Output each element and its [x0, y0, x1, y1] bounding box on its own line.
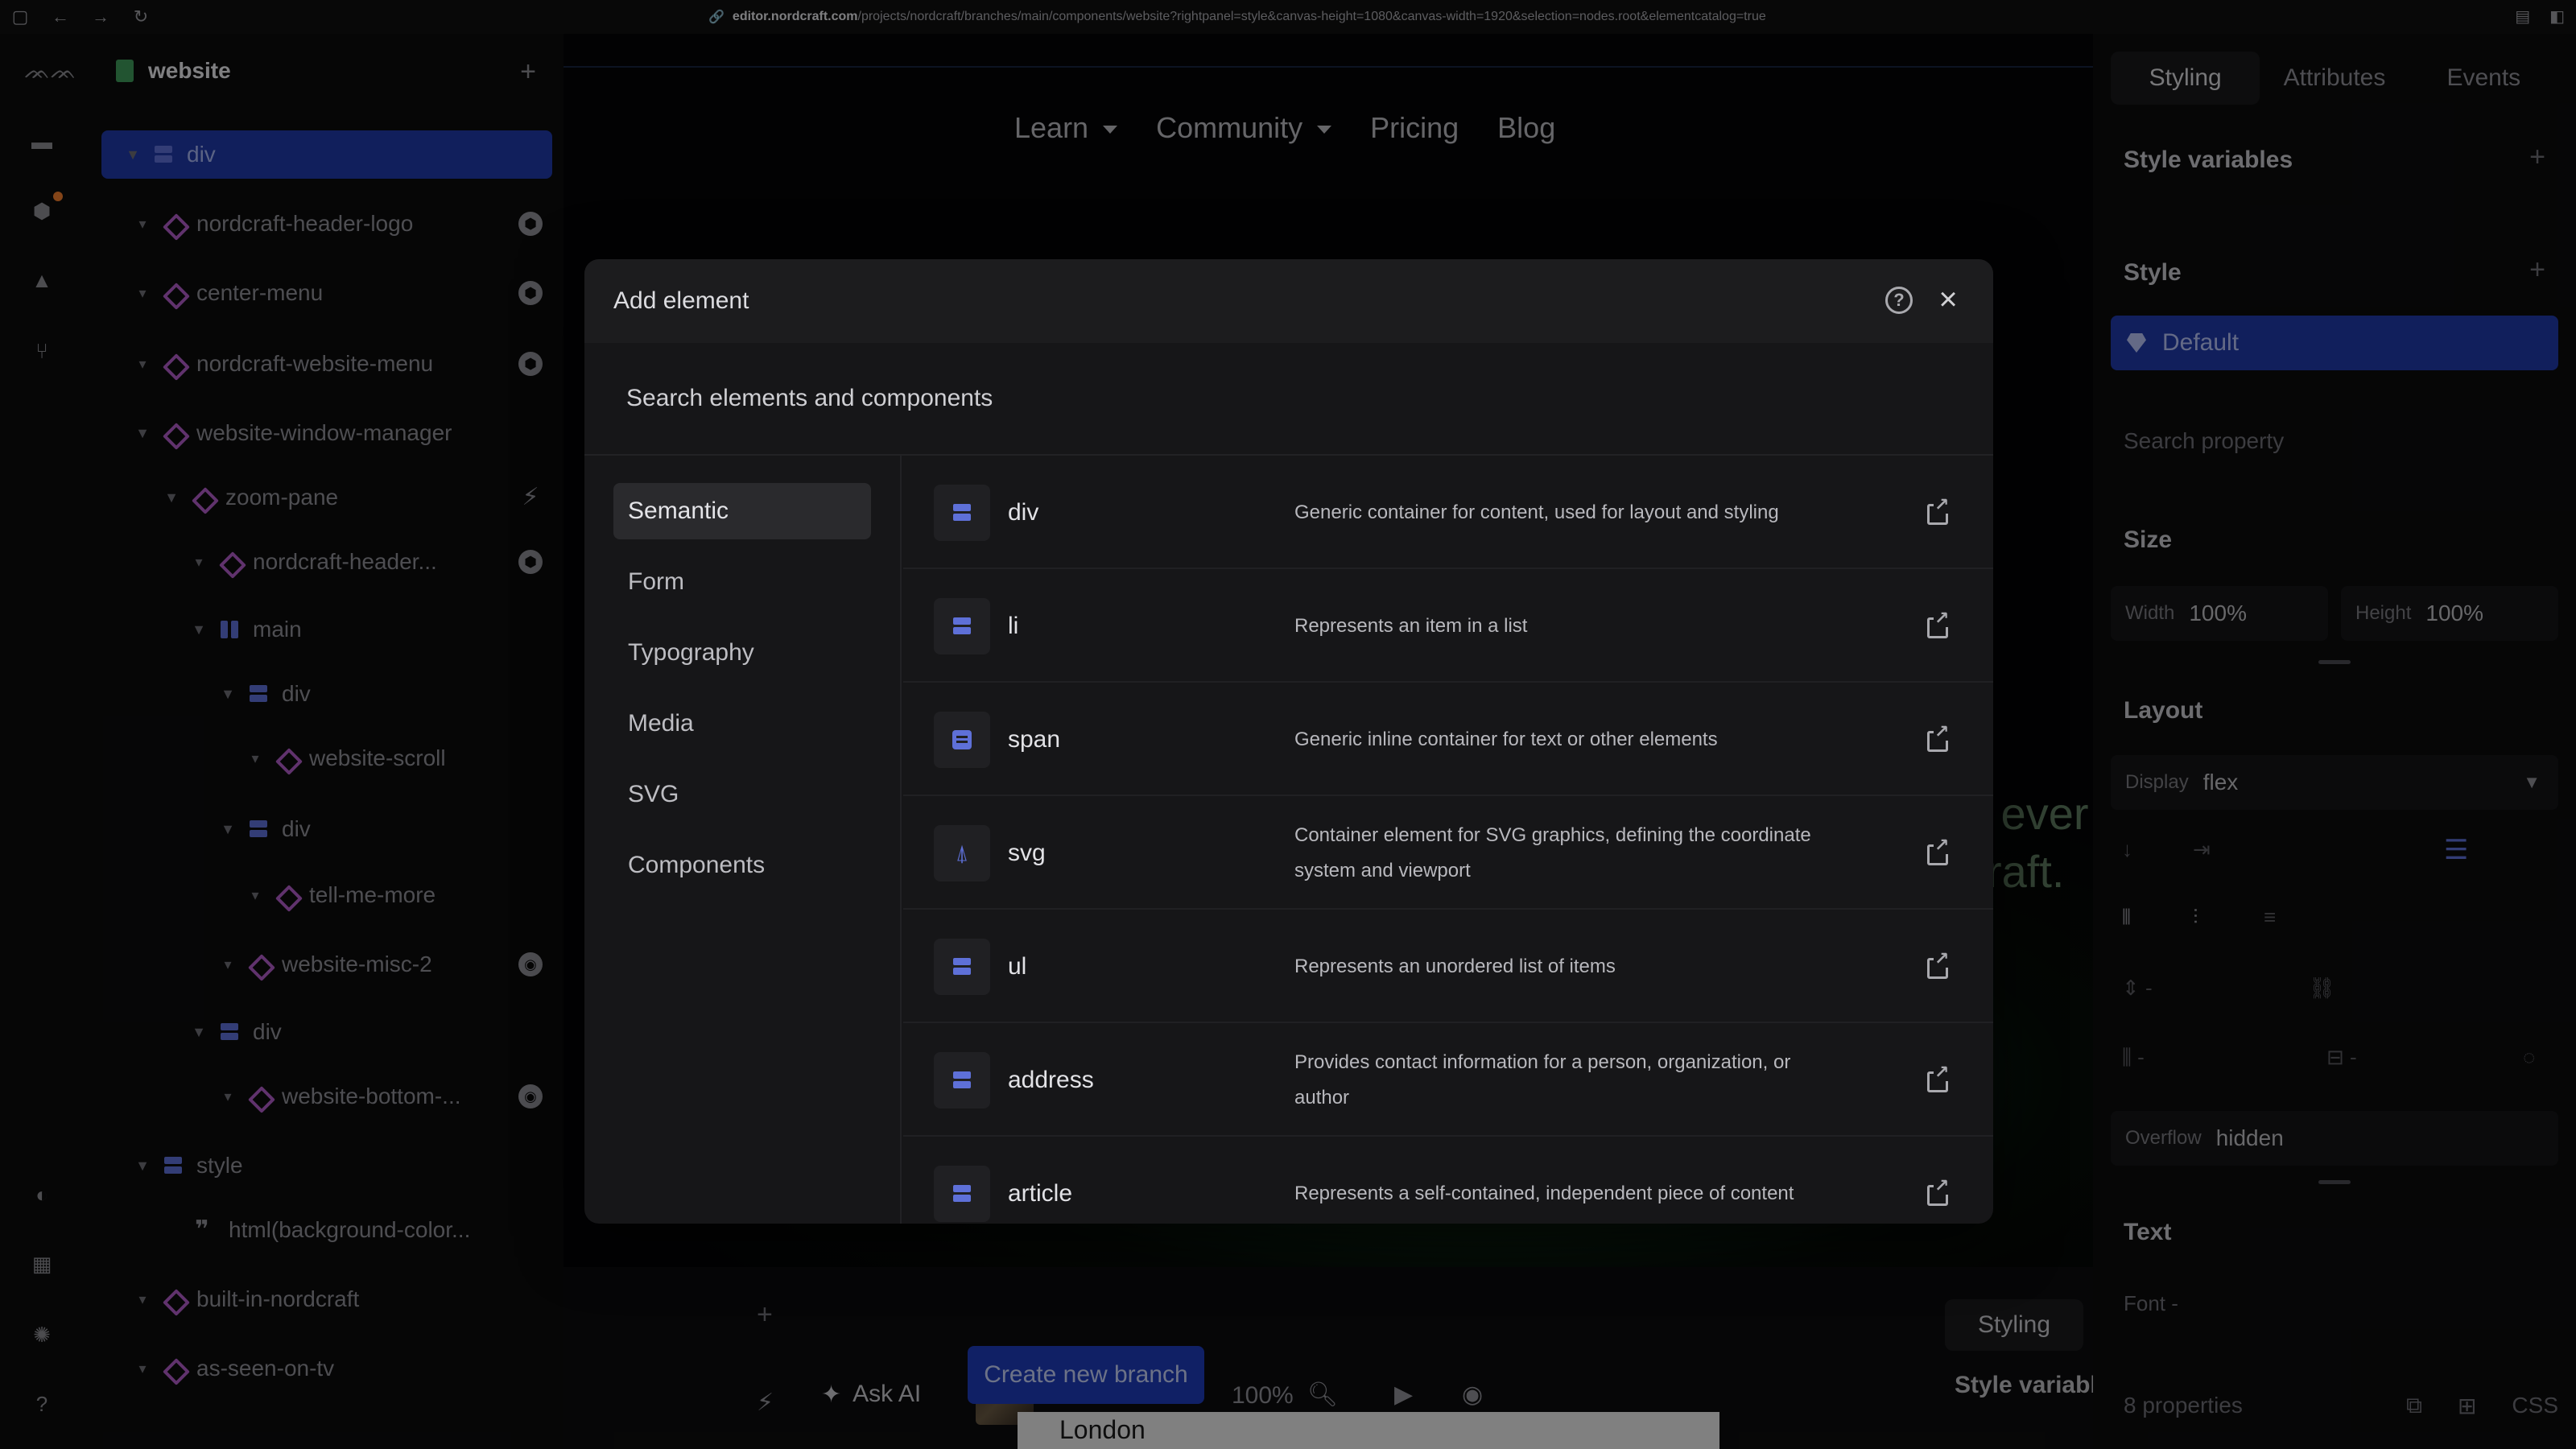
category-semantic[interactable]: Semantic [613, 483, 871, 539]
element-tile: ⍋ [934, 825, 990, 881]
close-icon[interactable]: × [1932, 283, 1964, 316]
external-link-icon[interactable] [1927, 1177, 1951, 1206]
span-icon [952, 729, 972, 750]
dialog-header: Add element ? × [584, 259, 1993, 343]
category-components[interactable]: Components [613, 837, 871, 894]
div-icon [952, 1070, 972, 1091]
external-link-icon[interactable] [1927, 496, 1951, 525]
element-description: Generic inline container for text or oth… [1294, 728, 1718, 750]
add-element-dialog: Add element ? × Semantic Form Typography… [584, 259, 1993, 1224]
element-description: Represents an item in a list [1294, 614, 1528, 637]
search-row [584, 343, 1993, 456]
div-icon [952, 616, 972, 637]
category-media[interactable]: Media [613, 696, 871, 752]
element-name: ul [1008, 952, 1027, 980]
element-tile [934, 712, 990, 768]
category-typography[interactable]: Typography [613, 625, 871, 681]
element-tile [934, 939, 990, 995]
external-link-icon[interactable] [1927, 950, 1951, 979]
element-tile [934, 598, 990, 654]
element-description: Represents an unordered list of items [1294, 955, 1616, 977]
element-description: Represents a self-contained, independent… [1294, 1182, 1794, 1204]
external-link-icon[interactable] [1927, 1063, 1951, 1092]
element-row-li[interactable]: li Represents an item in a list [903, 569, 1993, 683]
category-svg[interactable]: SVG [613, 766, 871, 823]
category-list: Semantic Form Typography Media SVG Compo… [584, 456, 902, 1224]
external-link-icon[interactable] [1927, 836, 1951, 865]
element-name: svg [1008, 839, 1046, 866]
external-link-icon[interactable] [1927, 609, 1951, 638]
element-row-div[interactable]: div Generic container for content, used … [903, 456, 1993, 569]
element-name: span [1008, 725, 1061, 753]
element-name: article [1008, 1179, 1073, 1207]
element-row-ul[interactable]: ul Represents an unordered list of items [903, 910, 1993, 1023]
svg-icon: ⍋ [955, 840, 969, 865]
element-row-address[interactable]: address Provides contact information for… [903, 1023, 1993, 1137]
element-description: Container element for SVG graphics, defi… [1294, 824, 1811, 881]
div-icon [952, 1183, 972, 1204]
element-name: address [1008, 1066, 1094, 1093]
element-description: Generic container for content, used for … [1294, 501, 1779, 523]
div-icon [952, 502, 972, 523]
category-form[interactable]: Form [613, 554, 871, 610]
search-input[interactable] [626, 385, 1834, 412]
element-name: li [1008, 612, 1019, 639]
element-tile [934, 485, 990, 541]
help-icon[interactable]: ? [1885, 287, 1913, 314]
element-name: div [1008, 498, 1039, 526]
dialog-title: Add element [613, 287, 749, 314]
external-link-icon[interactable] [1927, 723, 1951, 752]
element-row-svg[interactable]: ⍋ svg Container element for SVG graphics… [903, 796, 1993, 910]
element-description: Provides contact information for a perso… [1294, 1051, 1791, 1108]
element-row-article[interactable]: article Represents a self-contained, ind… [903, 1137, 1993, 1224]
element-tile [934, 1166, 990, 1222]
element-tile [934, 1052, 990, 1108]
element-row-span[interactable]: span Generic inline container for text o… [903, 683, 1993, 796]
div-icon [952, 956, 972, 977]
element-list: div Generic container for content, used … [903, 456, 1993, 1224]
